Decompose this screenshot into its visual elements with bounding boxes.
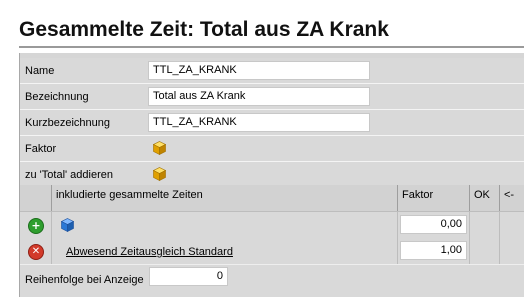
- bezeichnung-row: Bezeichnung Total aus ZA Krank: [20, 84, 524, 110]
- column-header-ok[interactable]: OK: [469, 185, 499, 211]
- faktor-field-row2[interactable]: 1,00: [400, 241, 467, 260]
- arrow-cell-row2: [499, 238, 524, 264]
- reihenfolge-field[interactable]: 0: [149, 267, 228, 286]
- column-header-arrow[interactable]: <-: [499, 185, 524, 211]
- total-cube-icon[interactable]: [153, 167, 166, 181]
- column-header-zeiten[interactable]: inkludierte gesammelte Zeiten: [51, 185, 397, 211]
- bezeichnung-field[interactable]: Total aus ZA Krank: [148, 87, 370, 106]
- header-spacer: [20, 185, 51, 211]
- blue-cube-icon[interactable]: [61, 218, 74, 232]
- total-label: zu 'Total' addieren: [25, 169, 113, 181]
- faktor-label: Faktor: [25, 143, 57, 155]
- name-label: Name: [25, 65, 55, 77]
- bezeichnung-label: Bezeichnung: [25, 91, 89, 103]
- arrow-cell-row1: [499, 212, 524, 238]
- reihenfolge-label: Reihenfolge bei Anzeige: [25, 274, 144, 286]
- kurzbezeichnung-row: Kurzbezeichnung TTL_ZA_KRANK: [20, 110, 524, 136]
- table-row: ✕ Abwesend Zeitausgleich Standard 1,00: [20, 238, 524, 265]
- delete-icon[interactable]: ✕: [28, 244, 44, 260]
- zeit-link-row2[interactable]: Abwesend Zeitausgleich Standard: [66, 246, 233, 258]
- name-row: Name TTL_ZA_KRANK: [20, 58, 524, 84]
- reihenfolge-row: Reihenfolge bei Anzeige 0: [20, 265, 524, 297]
- faktor-field-row1[interactable]: 0,00: [400, 215, 467, 234]
- table-row: + 0,00: [20, 212, 524, 239]
- name-field[interactable]: TTL_ZA_KRANK: [148, 61, 370, 80]
- ok-cell-row2: [469, 238, 499, 264]
- ok-cell-row1: [469, 212, 499, 238]
- kurzbezeichnung-label: Kurzbezeichnung: [25, 117, 111, 129]
- column-header-faktor[interactable]: Faktor: [397, 185, 469, 211]
- faktor-cube-icon[interactable]: [153, 141, 166, 155]
- grid-header: inkludierte gesammelte Zeiten Faktor OK …: [20, 185, 524, 212]
- kurzbezeichnung-field[interactable]: TTL_ZA_KRANK: [148, 113, 370, 132]
- faktor-row: Faktor: [20, 136, 524, 162]
- title-divider: [19, 46, 524, 48]
- page-title: Gesammelte Zeit: Total aus ZA Krank: [19, 18, 389, 41]
- add-icon[interactable]: +: [28, 218, 44, 234]
